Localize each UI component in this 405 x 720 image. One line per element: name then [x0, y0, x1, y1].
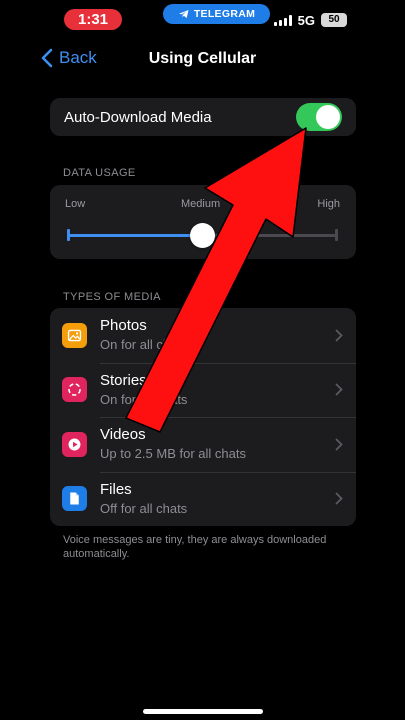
slider-thumb[interactable]	[190, 223, 215, 248]
media-title: Files	[100, 480, 132, 498]
video-icon	[62, 431, 87, 457]
high-label: High	[317, 198, 340, 210]
chevron-right-icon	[335, 383, 343, 396]
data-usage-slider: Low Medium High	[50, 185, 356, 259]
media-subtitle: Up to 2.5 MB for all chats	[100, 446, 246, 462]
page-title: Using Cellular	[148, 50, 257, 67]
telegram-badge[interactable]: TELEGRAM	[163, 4, 270, 24]
chevron-right-icon	[335, 329, 343, 342]
slider-fill	[68, 234, 203, 237]
network-type: 5G	[297, 13, 315, 28]
home-indicator[interactable]	[143, 709, 263, 714]
media-title: Stories	[100, 371, 147, 389]
battery-level: 50	[321, 13, 347, 27]
telegram-icon	[178, 10, 189, 18]
media-footer-note: Voice messages are tiny, they are always…	[63, 534, 327, 560]
media-row-files[interactable]: Files Off for all chats	[50, 471, 356, 527]
medium-label: Medium	[181, 198, 221, 210]
data-usage-header: DATA USAGE	[63, 167, 136, 179]
auto-download-toggle[interactable]	[296, 103, 342, 131]
file-icon	[62, 486, 87, 512]
auto-download-label: Auto-Download Media	[64, 108, 212, 126]
media-header: TYPES OF MEDIA	[63, 291, 161, 303]
slider-cap-low	[67, 229, 70, 241]
chevron-right-icon	[335, 438, 343, 451]
media-subtitle: On for all chats	[100, 391, 188, 407]
media-title: Photos	[100, 317, 147, 335]
telegram-badge-label: TELEGRAM	[193, 8, 256, 20]
nav-bar: Back Using Cellular	[0, 40, 405, 80]
slider-cap-high	[335, 229, 338, 241]
photo-icon	[62, 322, 87, 348]
media-row-photos[interactable]: Photos On for all chats	[50, 308, 356, 363]
status-time: 1:31	[64, 9, 122, 30]
status-bar: 1:31 TELEGRAM 5G 50	[0, 0, 405, 40]
auto-download-row: Auto-Download Media	[50, 98, 356, 136]
stories-icon	[62, 377, 87, 403]
signal-icon	[273, 15, 292, 26]
media-list: Photos On for all chats Stories On for a…	[50, 308, 356, 526]
media-title: Videos	[100, 426, 146, 444]
media-row-videos[interactable]: Videos Up to 2.5 MB for all chats	[50, 417, 356, 472]
toggle-knob	[316, 105, 340, 129]
battery-icon: 50	[321, 13, 347, 27]
connectivity: 5G	[273, 13, 315, 28]
media-subtitle: Off for all chats	[100, 500, 188, 516]
chevron-right-icon	[335, 492, 343, 505]
media-row-stories[interactable]: Stories On for all chats	[50, 362, 356, 418]
media-subtitle: On for all chats	[100, 337, 188, 353]
low-label: Low	[65, 198, 86, 210]
